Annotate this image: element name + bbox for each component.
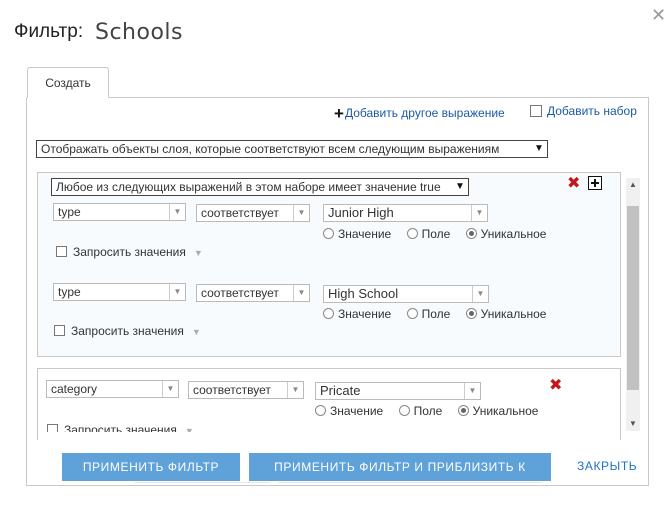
value-select[interactable]: High School ▼ bbox=[323, 285, 489, 303]
divider bbox=[278, 482, 541, 483]
radio-unique[interactable] bbox=[465, 308, 477, 319]
value-type-radios: Значение Поле Уникальное bbox=[323, 307, 546, 321]
add-expression-link[interactable]: +Добавить другое выражение bbox=[334, 104, 505, 124]
field-select[interactable]: type ▼ bbox=[53, 283, 186, 301]
triangle-down-icon: ▼ bbox=[191, 327, 201, 337]
ask-values-label: Запросить значения bbox=[64, 423, 177, 432]
set-match-select[interactable]: Любое из следующих выражений в этом набо… bbox=[51, 178, 469, 196]
plus-icon: + bbox=[334, 104, 344, 123]
ask-values-checkbox[interactable]: Запросить значения ▼ bbox=[54, 324, 201, 338]
add-set-checkbox[interactable]: Добавить набор bbox=[530, 104, 637, 118]
chevron-down-icon: ▼ bbox=[169, 284, 185, 300]
chevron-down-icon: ▼ bbox=[471, 205, 487, 221]
chevron-down-icon: ▼ bbox=[534, 143, 544, 154]
field-select-value: type bbox=[58, 285, 81, 299]
operator-select[interactable]: соответствует ▼ bbox=[196, 284, 310, 302]
checkbox-icon bbox=[530, 105, 542, 117]
set-match-select-value: Любое из следующих выражений в этом набо… bbox=[56, 180, 441, 194]
chevron-down-icon: ▼ bbox=[293, 285, 309, 301]
value-type-radios: Значение Поле Уникальное bbox=[315, 404, 538, 418]
value-select[interactable]: Junior High ▼ bbox=[323, 204, 488, 222]
radio-unique[interactable] bbox=[457, 405, 469, 416]
radio-value[interactable] bbox=[323, 228, 334, 239]
operator-select[interactable]: соответствует ▼ bbox=[196, 204, 310, 222]
checkbox-icon bbox=[56, 246, 67, 257]
checkbox-icon bbox=[54, 325, 65, 336]
dialog-title-prefix: Фильтр: bbox=[14, 21, 84, 42]
ask-values-label: Запросить значения bbox=[73, 245, 186, 259]
add-to-set-icon[interactable] bbox=[588, 176, 602, 190]
apply-filter-zoom-button[interactable]: ПРИМЕНИТЬ ФИЛЬТР И ПРИБЛИЗИТЬ К bbox=[249, 453, 551, 481]
scroll-down-icon[interactable]: ▼ bbox=[626, 417, 640, 431]
close-icon[interactable]: ✕ bbox=[651, 6, 666, 24]
field-select-value: type bbox=[58, 205, 81, 219]
scrollbar[interactable]: ▲ ▼ bbox=[626, 178, 640, 431]
delete-set-icon[interactable]: ✖ bbox=[567, 176, 580, 192]
radio-value[interactable] bbox=[315, 405, 326, 416]
radio-value[interactable] bbox=[323, 308, 334, 319]
operator-select-value: соответствует bbox=[193, 383, 271, 397]
value-select-value: Pricate bbox=[320, 383, 361, 398]
close-button[interactable]: ЗАКРЫТЬ bbox=[577, 459, 637, 473]
chevron-down-icon: ▼ bbox=[472, 286, 488, 302]
radio-field[interactable] bbox=[406, 228, 418, 239]
triangle-down-icon: ▼ bbox=[193, 248, 203, 258]
radio-field[interactable] bbox=[406, 308, 418, 319]
checkbox-icon bbox=[47, 424, 58, 432]
match-all-select-value: Отображать объекты слоя, которые соответ… bbox=[41, 142, 500, 156]
operator-select[interactable]: соответствует ▼ bbox=[188, 381, 304, 399]
ask-values-checkbox[interactable]: Запросить значения ▼ bbox=[47, 423, 194, 432]
value-type-radios: Значение Поле Уникальное bbox=[323, 227, 546, 241]
value-select-value: Junior High bbox=[328, 205, 394, 220]
operator-select-value: соответствует bbox=[201, 286, 279, 300]
add-expression-label: Добавить другое выражение bbox=[344, 106, 505, 120]
scroll-up-icon[interactable]: ▲ bbox=[626, 178, 640, 192]
field-select-value: category bbox=[51, 382, 98, 396]
chevron-down-icon: ▼ bbox=[169, 204, 185, 220]
chevron-down-icon: ▼ bbox=[162, 381, 178, 397]
chevron-down-icon: ▼ bbox=[293, 205, 309, 221]
triangle-down-icon: ▼ bbox=[184, 426, 194, 432]
radio-field[interactable] bbox=[398, 405, 410, 416]
chevron-down-icon: ▼ bbox=[455, 181, 465, 192]
add-set-label: Добавить набор bbox=[547, 104, 637, 118]
divider bbox=[135, 482, 269, 483]
field-select[interactable]: type ▼ bbox=[53, 203, 186, 221]
radio-unique[interactable] bbox=[465, 228, 477, 239]
scrollbar-thumb[interactable] bbox=[627, 206, 639, 390]
dialog-title-layer: Schools bbox=[95, 20, 183, 45]
tab-create[interactable]: Создать bbox=[27, 67, 109, 98]
apply-filter-button[interactable]: ПРИМЕНИТЬ ФИЛЬТР bbox=[62, 453, 240, 481]
ask-values-label: Запросить значения bbox=[71, 324, 184, 338]
chevron-down-icon: ▼ bbox=[287, 382, 303, 398]
delete-expression-icon[interactable]: ✖ bbox=[549, 378, 562, 394]
match-all-select[interactable]: Отображать объекты слоя, которые соответ… bbox=[36, 140, 548, 158]
operator-select-value: соответствует bbox=[201, 206, 279, 220]
ask-values-checkbox[interactable]: Запросить значения ▼ bbox=[56, 245, 203, 259]
field-select[interactable]: category ▼ bbox=[46, 380, 179, 398]
value-select-value: High School bbox=[328, 286, 399, 301]
chevron-down-icon: ▼ bbox=[464, 383, 480, 399]
value-select[interactable]: Pricate ▼ bbox=[315, 382, 481, 400]
